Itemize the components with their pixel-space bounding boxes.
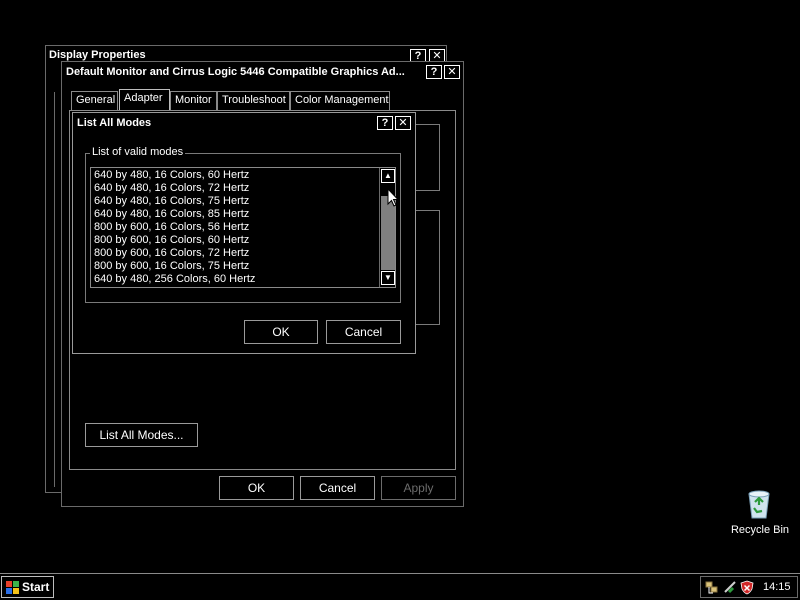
mode-list-item[interactable]: 640 by 480, 16 Colors, 60 Hertz	[94, 169, 374, 182]
start-label: Start	[22, 580, 50, 594]
mode-list-item[interactable]: 800 by 600, 16 Colors, 72 Hertz	[94, 247, 374, 260]
mode-list-item[interactable]: 640 by 480, 16 Colors, 72 Hertz	[94, 182, 374, 195]
mode-list-item[interactable]: 640 by 480, 256 Colors, 60 Hertz	[94, 273, 374, 286]
taskbar: Start 14:15	[0, 573, 800, 600]
mode-list-item[interactable]: 800 by 600, 16 Colors, 56 Hertz	[94, 221, 374, 234]
valid-modes-group-label: List of valid modes	[90, 146, 186, 158]
tab-monitor[interactable]: Monitor	[170, 91, 217, 110]
list-all-modes-button[interactable]: List All Modes...	[85, 423, 198, 447]
list-all-modes-window: List All Modes ? ✕ List of valid modes 6…	[72, 112, 416, 354]
mode-list-item[interactable]: 640 by 480, 16 Colors, 75 Hertz	[94, 195, 374, 208]
adapter-close-button[interactable]: ✕	[444, 65, 460, 79]
mode-list-item[interactable]: 640 by 480, 16 Colors, 85 Hertz	[94, 208, 374, 221]
recycle-bin-icon	[748, 490, 770, 519]
list-modes-ok-button[interactable]: OK	[244, 320, 318, 344]
tab-general[interactable]: General	[71, 91, 118, 110]
display-properties-title: Display Properties	[49, 49, 146, 61]
mouse-cursor-icon	[387, 188, 399, 207]
modes-listbox[interactable]: 640 by 480, 16 Colors, 60 Hertz 640 by 48…	[90, 167, 396, 288]
tab-troubleshoot[interactable]: Troubleshoot	[217, 91, 290, 110]
mode-list-item[interactable]: 800 by 600, 16 Colors, 60 Hertz	[94, 234, 374, 247]
clock[interactable]: 14:15	[763, 581, 791, 593]
list-modes-help-button[interactable]: ?	[377, 116, 393, 130]
tab-color-management[interactable]: Color Management	[290, 91, 390, 110]
adapter-apply-button[interactable]: Apply	[381, 476, 456, 500]
adapter-cancel-button[interactable]: Cancel	[300, 476, 375, 500]
scroll-up-button[interactable]: ▲	[381, 169, 395, 183]
adapter-dialog-title: Default Monitor and Cirrus Logic 5446 Co…	[66, 66, 405, 78]
security-shield-icon[interactable]	[740, 580, 754, 595]
windows-logo-icon	[6, 581, 19, 594]
list-modes-close-button[interactable]: ✕	[395, 116, 411, 130]
list-modes-title: List All Modes	[77, 117, 152, 129]
network-connection-icon[interactable]	[723, 580, 737, 595]
adapter-help-button[interactable]: ?	[426, 65, 442, 79]
recycle-bin-label: Recycle Bin	[730, 524, 790, 536]
modes-scrollbar[interactable]: ▲ ▼	[379, 168, 395, 287]
list-modes-cancel-button[interactable]: Cancel	[326, 320, 401, 344]
network-icon[interactable]	[705, 580, 719, 595]
modes-list: 640 by 480, 16 Colors, 60 Hertz 640 by 48…	[94, 169, 374, 286]
scroll-down-button[interactable]: ▼	[381, 271, 395, 285]
system-tray: 14:15	[700, 576, 798, 598]
mode-list-item[interactable]: 800 by 600, 16 Colors, 75 Hertz	[94, 260, 374, 273]
adapter-ok-button[interactable]: OK	[219, 476, 294, 500]
start-button[interactable]: Start	[1, 576, 54, 598]
recycle-bin[interactable]: Recycle Bin	[726, 486, 794, 542]
tab-adapter[interactable]: Adapter	[119, 89, 170, 110]
